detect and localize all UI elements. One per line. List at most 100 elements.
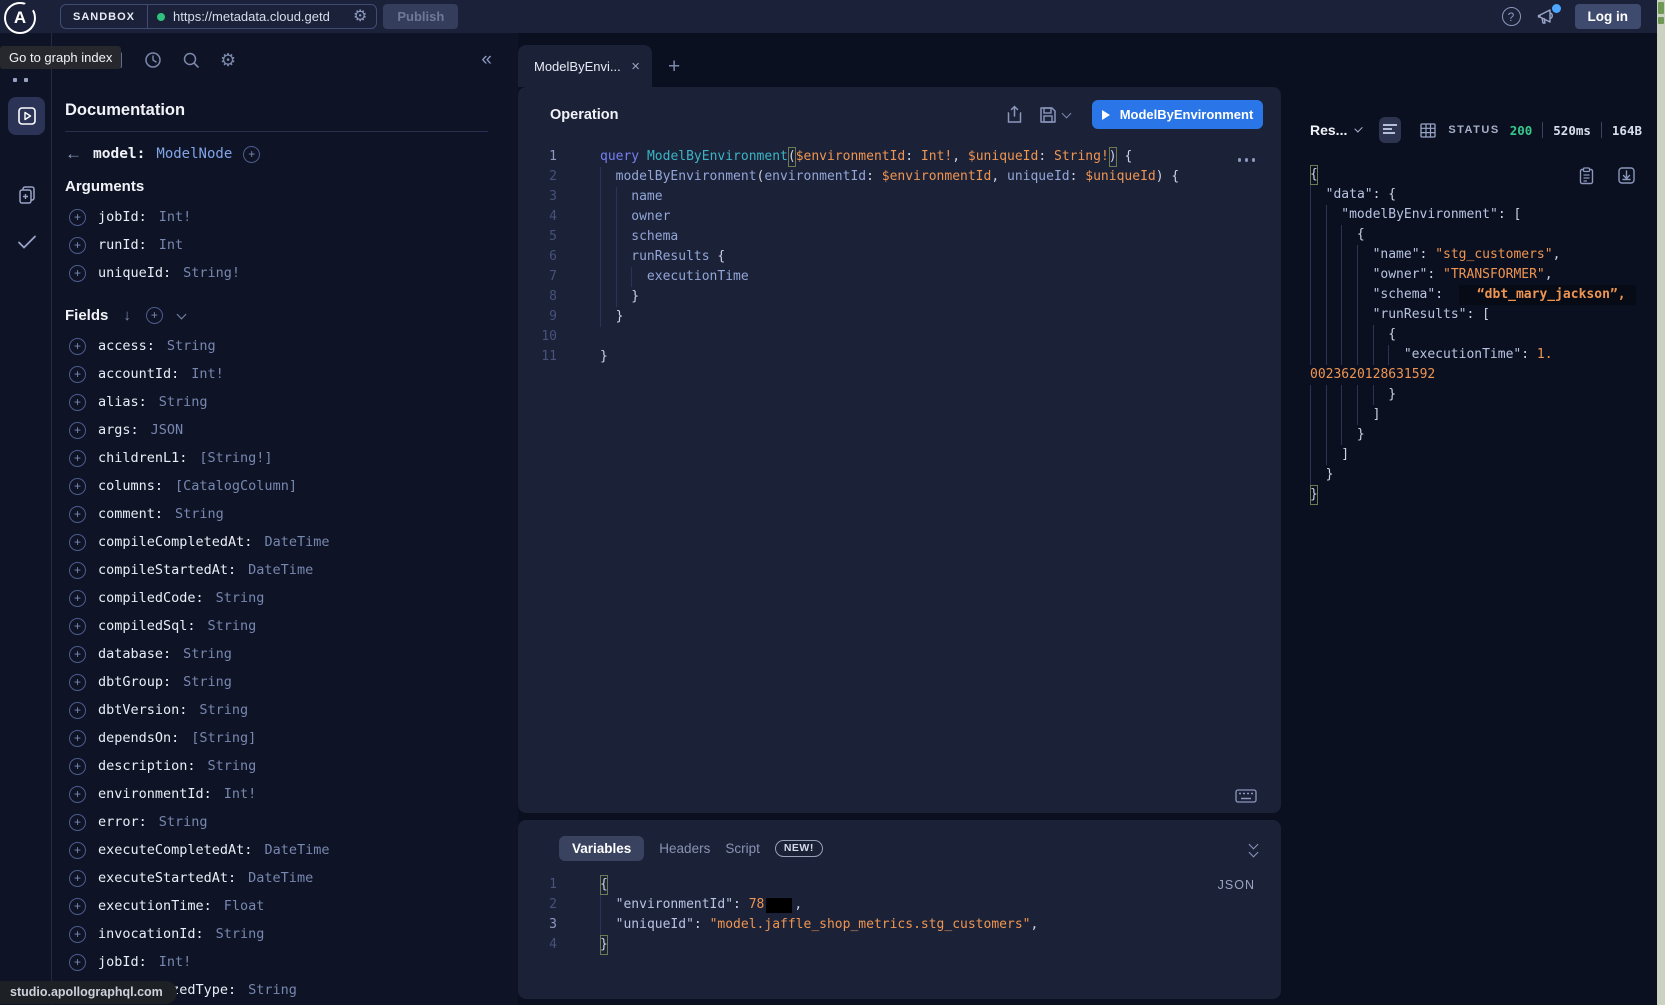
add-to-query-icon[interactable]: + <box>69 870 86 887</box>
field-row[interactable]: +invocationId:String <box>65 920 488 948</box>
run-operation-button[interactable]: ModelByEnvironment <box>1092 100 1263 129</box>
history-icon[interactable] <box>144 51 162 69</box>
argument-row[interactable]: +uniqueId:String! <box>65 259 488 287</box>
save-icon[interactable] <box>1039 106 1070 124</box>
field-type[interactable]: DateTime <box>248 870 313 886</box>
field-type[interactable]: String <box>216 926 265 942</box>
add-to-query-icon[interactable]: + <box>69 562 86 579</box>
login-button[interactable]: Log in <box>1575 4 1642 29</box>
field-type[interactable]: Int <box>159 237 183 253</box>
add-to-query-icon[interactable]: + <box>69 814 86 831</box>
add-to-query-icon[interactable]: + <box>69 450 86 467</box>
add-to-query-icon[interactable]: + <box>69 646 86 663</box>
add-to-query-icon[interactable]: + <box>69 730 86 747</box>
field-type[interactable]: String! <box>183 265 240 281</box>
field-row[interactable]: +alias:String <box>65 388 488 416</box>
breadcrumb-type[interactable]: ModelNode <box>156 146 232 162</box>
field-row[interactable]: +dbtVersion:String <box>65 696 488 724</box>
add-to-query-icon[interactable]: + <box>69 898 86 915</box>
field-row[interactable]: +accountId:Int! <box>65 360 488 388</box>
help-icon[interactable]: ? <box>1502 7 1521 26</box>
download-response-icon[interactable] <box>1618 167 1635 185</box>
endpoint-url-input[interactable]: https://metadata.cloud.getd <box>173 9 345 24</box>
field-type[interactable]: Int! <box>224 786 257 802</box>
new-tab-icon[interactable]: + <box>668 55 680 79</box>
field-row[interactable]: +args:JSON <box>65 416 488 444</box>
field-row[interactable]: +compiledSql:String <box>65 612 488 640</box>
field-row[interactable]: +compileStartedAt:DateTime <box>65 556 488 584</box>
field-type[interactable]: Int! <box>191 366 224 382</box>
field-row[interactable]: +jobId:Int! <box>65 948 488 976</box>
checks-icon[interactable] <box>8 223 45 261</box>
field-row[interactable]: +access:String <box>65 332 488 360</box>
field-type[interactable]: String <box>183 646 232 662</box>
add-to-query-icon[interactable]: + <box>69 842 86 859</box>
add-to-query-icon[interactable]: + <box>69 506 86 523</box>
endpoint-url-box[interactable]: https://metadata.cloud.getd ⚙ <box>148 5 376 28</box>
field-row[interactable]: +columns:[CatalogColumn] <box>65 472 488 500</box>
table-view-icon[interactable] <box>1418 117 1440 143</box>
save-menu-chevron-icon[interactable] <box>1062 108 1072 118</box>
add-to-query-icon[interactable]: + <box>69 702 86 719</box>
field-row[interactable]: +childrenL1:[String!] <box>65 444 488 472</box>
announcements-icon[interactable] <box>1537 7 1559 27</box>
explorer-icon[interactable] <box>8 97 45 135</box>
add-all-fields-button[interactable]: + <box>146 307 163 324</box>
field-type[interactable]: [String!] <box>199 450 272 466</box>
add-to-query-icon[interactable]: + <box>69 265 86 282</box>
publish-button[interactable]: Publish <box>383 4 458 29</box>
field-type[interactable]: DateTime <box>264 842 329 858</box>
field-type[interactable]: String <box>159 814 208 830</box>
field-type[interactable]: String <box>167 338 216 354</box>
keyboard-shortcuts-icon[interactable] <box>1235 789 1257 803</box>
page-scrollbar[interactable] <box>1657 0 1665 1005</box>
field-type[interactable]: String <box>248 982 297 998</box>
add-to-query-icon[interactable]: + <box>69 534 86 551</box>
apollo-logo[interactable]: A <box>4 2 36 34</box>
field-row[interactable]: +dbtGroup:String <box>65 668 488 696</box>
add-to-query-icon[interactable]: + <box>69 674 86 691</box>
add-to-query-icon[interactable]: + <box>69 786 86 803</box>
raw-view-icon[interactable] <box>1379 117 1401 143</box>
field-row[interactable]: +error:String <box>65 808 488 836</box>
add-field-button[interactable]: + <box>243 146 260 163</box>
field-row[interactable]: +environmentId:Int! <box>65 780 488 808</box>
add-to-query-icon[interactable]: + <box>69 338 86 355</box>
field-type[interactable]: String <box>208 758 257 774</box>
response-dropdown-chevron-icon[interactable] <box>1355 124 1364 133</box>
tab-script[interactable]: Script <box>725 841 760 856</box>
response-dropdown[interactable]: Res... <box>1310 122 1347 138</box>
field-row[interactable]: +compileCompletedAt:DateTime <box>65 528 488 556</box>
variables-editor[interactable]: 1{2 "environmentId": 78,3 "uniqueId": "m… <box>518 875 1281 955</box>
field-type[interactable]: JSON <box>151 422 184 438</box>
add-to-query-icon[interactable]: + <box>69 478 86 495</box>
add-to-query-icon[interactable]: + <box>69 954 86 971</box>
operation-options-icon[interactable] <box>1238 158 1256 162</box>
argument-row[interactable]: +runId:Int <box>65 231 488 259</box>
close-tab-icon[interactable]: × <box>631 58 640 75</box>
add-to-query-icon[interactable]: + <box>69 590 86 607</box>
field-row[interactable]: +compiledCode:String <box>65 584 488 612</box>
tab-headers[interactable]: Headers <box>659 841 710 856</box>
field-type[interactable]: String <box>208 618 257 634</box>
field-type[interactable]: DateTime <box>248 562 313 578</box>
sort-icon[interactable]: ↓ <box>123 307 131 324</box>
field-row[interactable]: +executionTime:Float <box>65 892 488 920</box>
graph-index-icon[interactable] <box>13 78 28 82</box>
field-row[interactable]: +comment:String <box>65 500 488 528</box>
add-to-query-icon[interactable]: + <box>69 926 86 943</box>
field-type[interactable]: Int! <box>159 209 192 225</box>
operation-editor[interactable]: 1query ModelByEnvironment($environmentId… <box>518 147 1281 367</box>
field-type[interactable]: [String] <box>191 730 256 746</box>
field-type[interactable]: String <box>159 394 208 410</box>
field-type[interactable]: String <box>183 674 232 690</box>
search-icon[interactable] <box>182 51 200 69</box>
tab-modelbyenvironment[interactable]: ModelByEnvi... × <box>518 45 652 87</box>
field-type[interactable]: String <box>216 590 265 606</box>
collapse-docs-icon[interactable]: « <box>481 49 492 71</box>
field-type[interactable]: [CatalogColumn] <box>175 478 297 494</box>
chevron-down-icon[interactable] <box>176 309 186 319</box>
add-to-query-icon[interactable]: + <box>69 366 86 383</box>
connection-settings-icon[interactable]: ⚙ <box>353 9 367 25</box>
field-row[interactable]: +executeCompletedAt:DateTime <box>65 836 488 864</box>
